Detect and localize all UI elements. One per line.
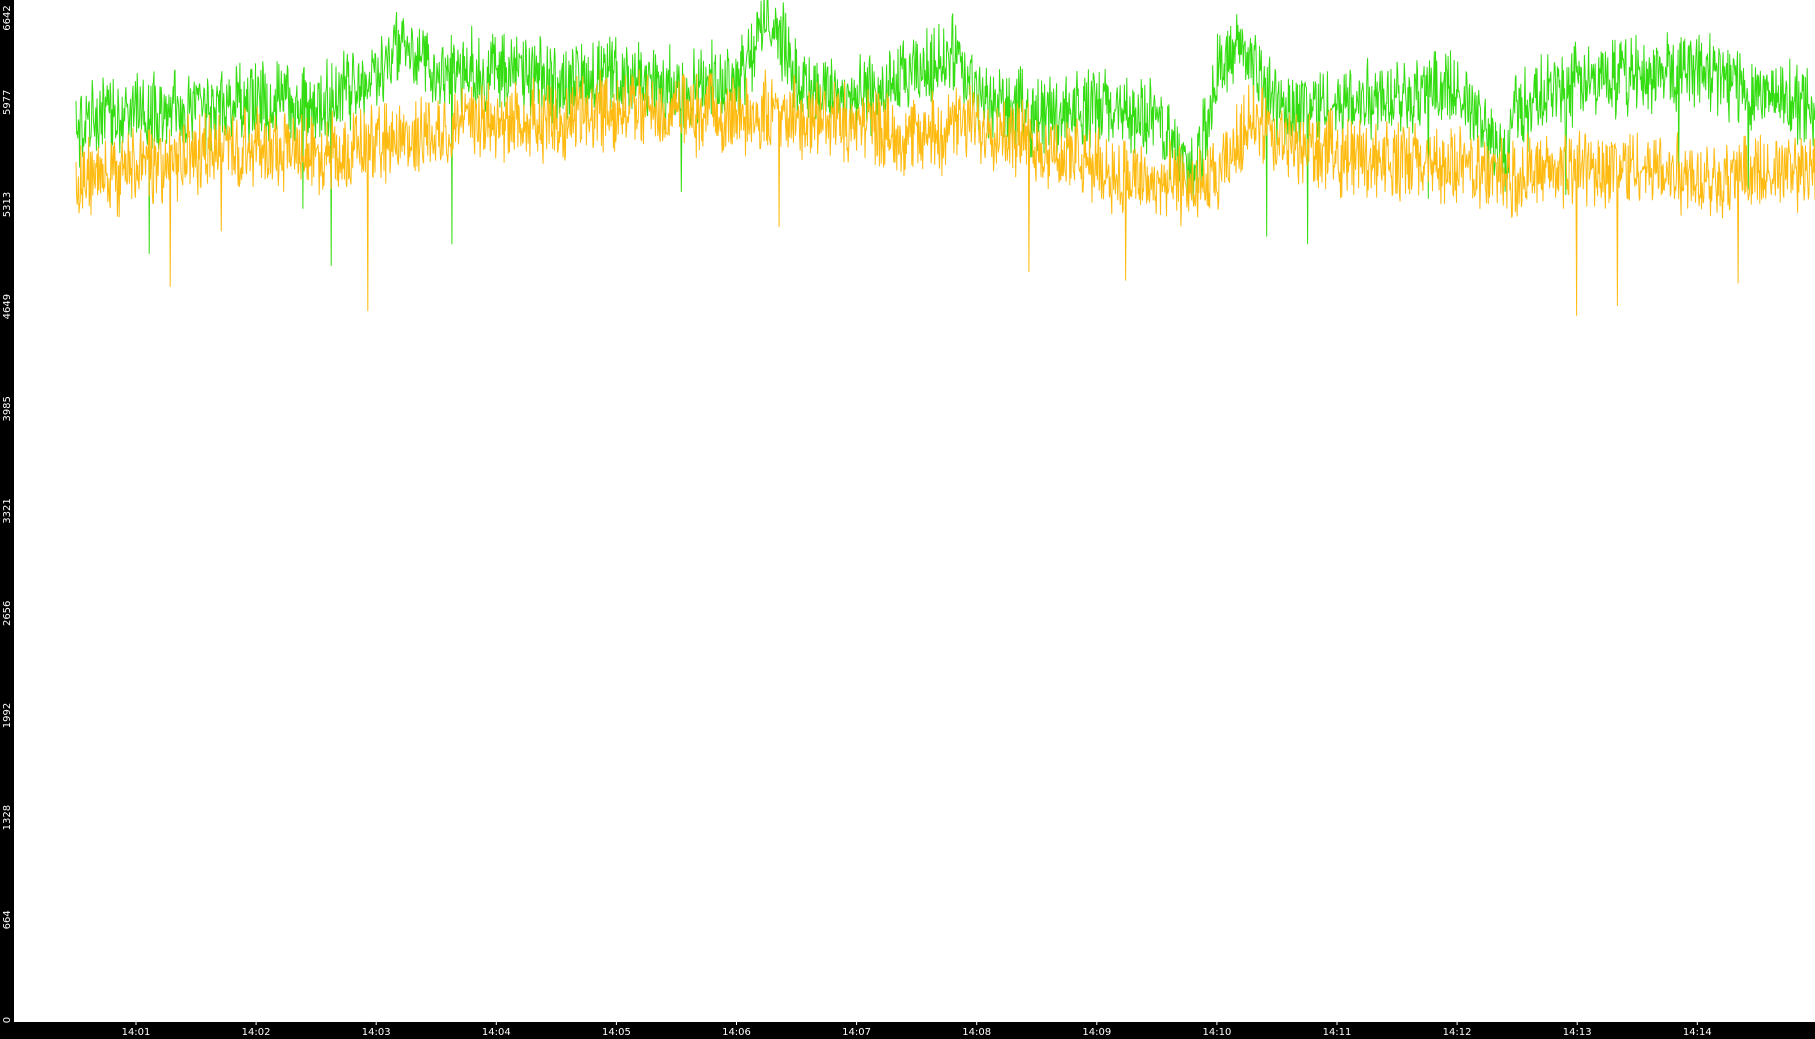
y-tick-label: 5977 [2, 90, 13, 115]
x-tick-label: 14:07 [842, 1027, 871, 1038]
y-tick-label: 1992 [2, 703, 13, 728]
y-tick-label: 5313 [2, 192, 13, 217]
chart-svg: 0 664 1328 1992 2656 3321 3985 4649 5313 5977 6642… [2, 0, 1815, 1038]
y-tick-label: 664 [2, 910, 13, 929]
x-tick-label: 14:14 [1683, 1027, 1712, 1038]
y-tick-label: 6642 [2, 5, 13, 30]
x-tick-label: 14:01 [122, 1027, 151, 1038]
chart: 0 664 1328 1992 2656 3321 3985 4649 5313 5977 6642… [0, 0, 1815, 1039]
x-tick-label: 14:06 [722, 1027, 751, 1038]
y-tick-label: 4649 [2, 294, 13, 319]
y-tick-label: 1328 [2, 805, 13, 830]
y-tick-label: 2656 [2, 601, 13, 626]
y-tick-label: 0 [2, 1017, 13, 1023]
x-tick-label: 14:11 [1323, 1027, 1352, 1038]
x-tick-label: 14:03 [362, 1027, 391, 1038]
x-tick-label: 14:05 [602, 1027, 631, 1038]
x-tick-label: 14:10 [1202, 1027, 1231, 1038]
y-tick-label: 3985 [2, 396, 13, 421]
x-axis: 14:01 14:02 14:03 14:04 14:05 14:06 14:07 14:08… [122, 1022, 1712, 1038]
x-tick-label: 14:13 [1563, 1027, 1592, 1038]
x-tick-label: 14:04 [482, 1027, 511, 1038]
y-tick-label: 3321 [2, 498, 13, 523]
y-axis: 0 664 1328 1992 2656 3321 3985 4649 5313 5977 6642 [2, 5, 13, 1023]
x-tick-label: 14:02 [242, 1027, 271, 1038]
x-tick-label: 14:08 [962, 1027, 991, 1038]
x-tick-label: 14:09 [1082, 1027, 1111, 1038]
x-tick-label: 14:12 [1443, 1027, 1472, 1038]
